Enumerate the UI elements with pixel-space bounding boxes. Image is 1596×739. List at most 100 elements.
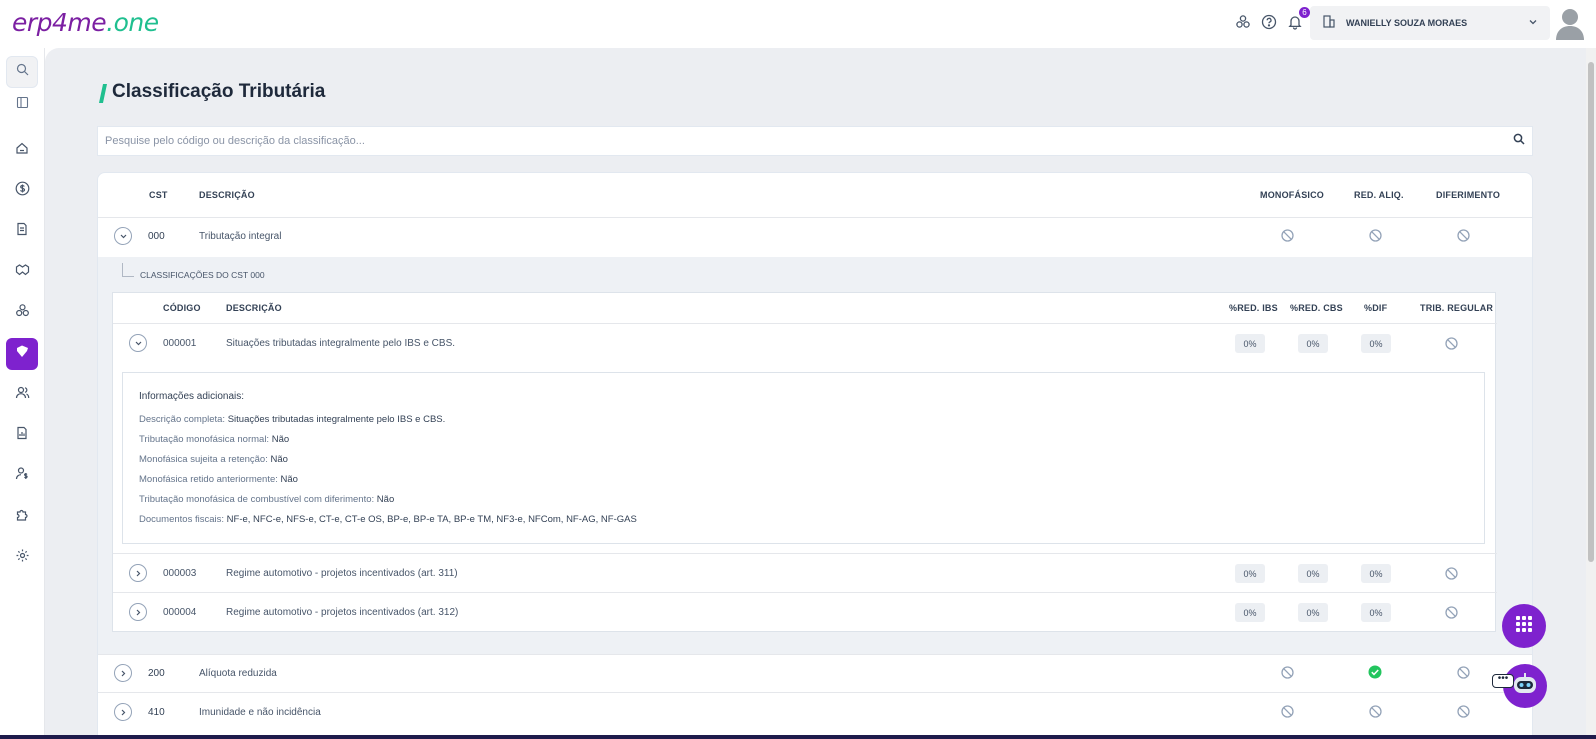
cst-000-classifications: CLASSIFICAÇÕES DO CST 000 CÓDIGO DESCRIÇ…	[98, 257, 1532, 655]
sidebar: $	[0, 48, 45, 739]
expand-button[interactable]	[129, 564, 147, 582]
page-title: Classificação Tributária	[112, 81, 326, 102]
info-label: Tributação monofásica normal:	[139, 434, 270, 445]
sidebar-item-tax-classification[interactable]: $	[6, 338, 38, 370]
robot-icon	[1511, 672, 1539, 701]
sidebar-item-deals[interactable]	[6, 256, 38, 288]
divider	[113, 592, 1497, 593]
logo-erp4me: erp4me	[12, 8, 107, 37]
sidebar-item-integrations[interactable]	[6, 501, 38, 533]
row-descricao: Imunidade e não incidência	[199, 707, 321, 718]
sidebar-item-people[interactable]	[6, 379, 38, 411]
sidebar-item-modules[interactable]	[6, 297, 38, 329]
app-logo[interactable]: erp4me.one	[12, 8, 159, 37]
red-ibs-value: 0%	[1235, 564, 1265, 583]
info-line: Monofásica retido anteriormente: Não	[139, 474, 298, 485]
collapse-button[interactable]	[114, 227, 132, 245]
divider	[98, 217, 1532, 218]
notifications-icon[interactable]: 6	[1286, 7, 1310, 31]
divider	[98, 654, 1532, 655]
svg-text:$: $	[20, 349, 24, 356]
info-line: Documentos fiscais: NF-e, NFC-e, NFS-e, …	[139, 514, 637, 525]
header-cst[interactable]: CST	[149, 190, 168, 200]
divider	[98, 692, 1532, 693]
sidebar-item-user-finance[interactable]	[6, 460, 38, 492]
company-user-select[interactable]: WANIELLY SOUZA MORAES	[1310, 6, 1550, 40]
chevron-down-icon	[1528, 14, 1538, 32]
tree-connector	[122, 263, 134, 277]
sidebar-toggle-button[interactable]	[6, 89, 38, 121]
sub-header-red-ibs[interactable]: %RED. IBS	[1229, 303, 1278, 313]
red-cbs-value: 0%	[1298, 564, 1328, 583]
search-input[interactable]	[105, 135, 1513, 147]
collapse-button[interactable]	[129, 334, 147, 352]
grid-icon	[1515, 615, 1533, 638]
header-red-aliq[interactable]: RED. ALIQ.	[1354, 190, 1404, 200]
info-line: Descrição completa: Situações tributadas…	[139, 414, 445, 425]
ban-icon	[1369, 705, 1382, 718]
sidebar-item-reports[interactable]	[6, 419, 38, 451]
info-value: Situações tributadas integralmente pelo …	[227, 414, 446, 425]
expand-button[interactable]	[114, 664, 132, 682]
dif-value: 0%	[1361, 603, 1391, 622]
expand-button[interactable]	[114, 703, 132, 721]
info-line: Tributação monofásica de combustível com…	[139, 494, 394, 505]
avatar[interactable]	[1555, 6, 1585, 40]
main-content: Classificação Tributária CST DESCRIÇÃO M…	[45, 48, 1586, 739]
sub-header-trib-regular[interactable]: TRIB. REGULAR	[1420, 303, 1493, 313]
sidebar-item-settings[interactable]	[6, 542, 38, 574]
report-icon	[15, 426, 29, 445]
logo-one: .one	[106, 8, 159, 37]
row-codigo: 000004	[163, 607, 197, 618]
info-value: Não	[271, 434, 290, 445]
info-line: Monofásica sujeita a retenção: Não	[139, 454, 288, 465]
modules-icon[interactable]	[1234, 13, 1252, 31]
ban-icon	[1457, 705, 1470, 718]
header-diferimento[interactable]: DIFERIMENTO	[1436, 190, 1500, 200]
sub-section-label: CLASSIFICAÇÕES DO CST 000	[140, 270, 265, 280]
apps-menu-button[interactable]	[1502, 604, 1546, 648]
building-icon	[1322, 14, 1336, 33]
sub-header-dif[interactable]: %DIF	[1364, 303, 1387, 313]
top-icons: 6	[1234, 7, 1310, 31]
ban-icon	[1457, 666, 1470, 679]
search-box	[97, 126, 1533, 156]
users-icon	[15, 385, 30, 405]
classification-table: CST DESCRIÇÃO MONOFÁSICO RED. ALIQ. DIFE…	[97, 172, 1533, 739]
ban-icon	[1281, 705, 1294, 718]
ban-icon	[1445, 606, 1458, 619]
info-label: Descrição completa:	[139, 414, 226, 425]
header-monofasico[interactable]: MONOFÁSICO	[1260, 190, 1324, 200]
sub-header-descricao[interactable]: DESCRIÇÃO	[226, 303, 282, 313]
info-title: Informações adicionais:	[139, 391, 245, 402]
additional-info-panel: Informações adicionais: Descrição comple…	[122, 372, 1485, 544]
red-cbs-value: 0%	[1298, 603, 1328, 622]
sidebar-item-home[interactable]	[6, 134, 38, 166]
row-descricao: Regime automotivo - projetos incentivado…	[226, 607, 459, 618]
sidebar-item-invoices[interactable]	[6, 215, 38, 247]
handshake-icon	[15, 262, 30, 282]
sidebar-item-finance[interactable]	[6, 175, 38, 207]
title-accent-bar	[98, 84, 108, 103]
sub-header-codigo[interactable]: CÓDIGO	[163, 303, 201, 313]
red-ibs-value: 0%	[1235, 334, 1265, 353]
info-value: Não	[280, 474, 298, 485]
bottom-strip	[0, 735, 1596, 739]
scrollbar[interactable]	[1586, 48, 1596, 739]
info-value: Não	[270, 454, 288, 465]
sub-classification-table: CÓDIGO DESCRIÇÃO %RED. IBS %RED. CBS %DI…	[112, 292, 1497, 632]
row-cst: 000	[148, 231, 165, 242]
expand-button[interactable]	[129, 603, 147, 621]
sidebar-search-button[interactable]	[6, 56, 38, 88]
row-descricao: Alíquota reduzida	[199, 668, 277, 679]
ban-icon	[1369, 229, 1382, 242]
scrollbar-thumb[interactable]	[1588, 62, 1594, 562]
search-icon[interactable]	[1513, 132, 1525, 150]
notifications-badge: 6	[1299, 7, 1310, 18]
header-descricao[interactable]: DESCRIÇÃO	[199, 190, 255, 200]
help-icon[interactable]	[1260, 13, 1278, 31]
dollar-icon	[15, 181, 30, 201]
ban-icon	[1281, 229, 1294, 242]
sub-header-red-cbs[interactable]: %RED. CBS	[1290, 303, 1343, 313]
dif-value: 0%	[1361, 564, 1391, 583]
